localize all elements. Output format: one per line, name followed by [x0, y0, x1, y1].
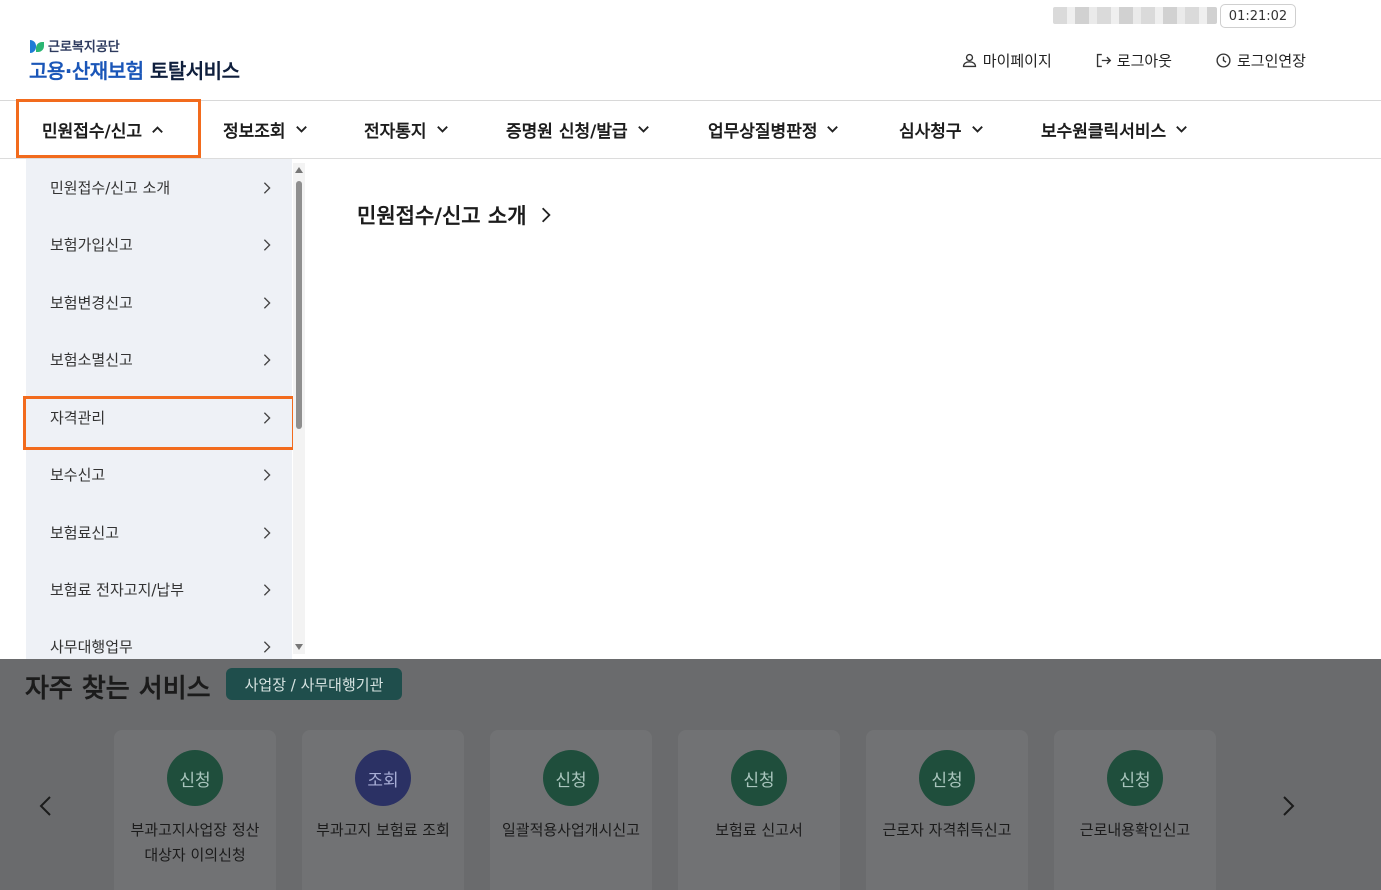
person-icon — [962, 53, 976, 68]
scroll-up-arrow-icon[interactable] — [295, 167, 303, 173]
chevron-right-icon — [263, 468, 271, 481]
main-nav: 민원접수/신고 정보조회 전자통지 증명원 신청/발급 업무상질병판정 심사청구… — [0, 101, 1381, 159]
service-card-label: 근로자 자격취득신고 — [882, 821, 1012, 839]
nav-item-complaint-report[interactable]: 민원접수/신고 — [42, 101, 165, 157]
content-title: 민원접수/신고 소개 — [357, 204, 527, 228]
nav-item-label: 심사청구 — [899, 121, 962, 142]
submenu-item-intro[interactable]: 민원접수/신고 소개 — [26, 159, 292, 216]
submenu-item-change-report[interactable]: 보험변경신고 — [26, 274, 292, 331]
service-card-label: 일괄적용사업개시신고 — [501, 821, 640, 839]
extend-login-label: 로그인연장 — [1236, 52, 1306, 70]
nav-item-label: 보수원클릭서비스 — [1041, 121, 1167, 142]
submenu-item-label: 자격관리 — [50, 409, 106, 427]
scroll-down-arrow-icon[interactable] — [295, 644, 303, 650]
nav-item-label: 전자통지 — [364, 121, 427, 142]
chevron-down-icon — [971, 125, 983, 133]
content-title-link[interactable]: 민원접수/신고 소개 — [357, 200, 555, 230]
apply-badge: 신청 — [731, 750, 787, 806]
org-logo-icon — [30, 39, 44, 53]
service-card-label: 부과고지 보험료 조회 — [316, 821, 450, 839]
nav-item-label: 민원접수/신고 — [42, 121, 143, 142]
apply-badge: 신청 — [1107, 750, 1163, 806]
org-logo[interactable]: 근로복지공단 — [30, 36, 120, 55]
chevron-down-icon — [295, 125, 307, 133]
mypage-label: 마이페이지 — [982, 52, 1052, 70]
session-timer: 01:21:02 — [1220, 4, 1296, 28]
frequent-services-section: 자주 찾는 서비스 사업장 / 사무대행기관 신청 부과고지사업장 정산 대상자… — [0, 659, 1381, 890]
chevron-right-icon — [263, 640, 271, 653]
submenu-item-label: 사무대행업무 — [50, 638, 133, 656]
service-title[interactable]: 고용·산재보험 토탈서비스 — [29, 55, 240, 84]
chevron-right-icon — [263, 583, 271, 596]
apply-badge: 신청 — [543, 750, 599, 806]
submenu-item-label: 보험료신고 — [50, 524, 120, 542]
nav-item-review-request[interactable]: 심사청구 — [899, 101, 985, 157]
carousel-next-icon[interactable] — [1277, 795, 1299, 817]
logout-link[interactable]: 로그아웃 — [1095, 50, 1172, 71]
service-title-highlight: 고용·산재보험 — [29, 59, 144, 83]
service-card-label: 부과고지사업장 정산 대상자 이의신청 — [130, 821, 260, 864]
chevron-down-icon — [827, 125, 839, 133]
submenu-item-termination-report[interactable]: 보험소멸신고 — [26, 331, 292, 388]
service-card[interactable]: 신청 근로자 자격취득신고 — [866, 730, 1028, 890]
nav-item-info-lookup[interactable]: 정보조회 — [223, 101, 309, 157]
chevron-down-icon — [637, 125, 649, 133]
submenu-item-label: 민원접수/신고 소개 — [50, 179, 171, 197]
user-name-blurred — [1053, 7, 1217, 24]
chevron-right-icon — [263, 526, 271, 539]
nav-item-label: 증명원 신청/발급 — [506, 121, 628, 142]
submenu-item-label: 보험료 전자고지/납부 — [50, 581, 185, 599]
header: 01:21:02 근로복지공단 고용·산재보험 토탈서비스 마이페이지 로그아웃… — [0, 0, 1381, 101]
chevron-down-icon — [1176, 125, 1187, 133]
apply-badge: 신청 — [919, 750, 975, 806]
submenu-panel: 민원접수/신고 소개 보험가입신고 보험변경신고 보험소멸신고 자격관리 보수신… — [26, 159, 292, 659]
submenu-item-label: 보험가입신고 — [50, 236, 133, 254]
nav-item-label: 업무상질병판정 — [708, 121, 818, 142]
org-name: 근로복지공단 — [48, 40, 120, 55]
chevron-up-icon — [152, 125, 163, 133]
carousel-prev-icon[interactable] — [35, 795, 57, 817]
nav-item-wage-one-click[interactable]: 보수원클릭서비스 — [1041, 101, 1189, 157]
service-card[interactable]: 조회 부과고지 보험료 조회 — [302, 730, 464, 890]
logout-label: 로그아웃 — [1116, 52, 1172, 70]
service-title-rest: 토탈서비스 — [149, 59, 240, 83]
chevron-right-icon — [263, 296, 271, 309]
service-card[interactable]: 신청 근로내용확인신고 — [1054, 730, 1216, 890]
submenu-item-label: 보수신고 — [50, 466, 106, 484]
chevron-right-icon — [263, 181, 271, 194]
submenu-item-agency-work[interactable]: 사무대행업무 — [26, 618, 292, 659]
service-card[interactable]: 신청 일괄적용사업개시신고 — [490, 730, 652, 890]
submenu-item-wage-report[interactable]: 보수신고 — [26, 446, 292, 503]
chevron-right-icon — [263, 411, 271, 424]
service-card[interactable]: 신청 부과고지사업장 정산 대상자 이의신청 — [114, 730, 276, 890]
nav-item-occupational-disease[interactable]: 업무상질병판정 — [708, 101, 840, 157]
submenu-item-join-report[interactable]: 보험가입신고 — [26, 216, 292, 273]
utility-links: 마이페이지 로그아웃 로그인연장 — [961, 50, 1306, 71]
submenu-item-label: 보험소멸신고 — [50, 351, 133, 369]
service-card[interactable]: 신청 보험료 신고서 — [678, 730, 840, 890]
clock-icon — [1216, 53, 1231, 68]
service-card-label: 보험료 신고서 — [715, 821, 803, 839]
apply-badge: 신청 — [167, 750, 223, 806]
submenu-item-premium-report[interactable]: 보험료신고 — [26, 504, 292, 561]
submenu-item-label: 보험변경신고 — [50, 294, 133, 312]
scroll-thumb[interactable] — [296, 181, 302, 429]
frequent-services-title: 자주 찾는 서비스 — [25, 674, 211, 704]
submenu-item-premium-e-billing[interactable]: 보험료 전자고지/납부 — [26, 561, 292, 618]
services-category-tag[interactable]: 사업장 / 사무대행기관 — [226, 668, 402, 700]
nav-item-certificate[interactable]: 증명원 신청/발급 — [506, 101, 651, 157]
mypage-link[interactable]: 마이페이지 — [961, 50, 1052, 71]
query-badge: 조회 — [355, 750, 411, 806]
nav-item-e-notice[interactable]: 전자통지 — [364, 101, 450, 157]
chevron-right-icon — [263, 238, 271, 251]
service-card-label: 근로내용확인신고 — [1079, 821, 1191, 839]
chevron-right-icon — [263, 353, 271, 366]
chevron-down-icon — [436, 125, 448, 133]
submenu-item-eligibility-management[interactable]: 자격관리 — [26, 389, 292, 446]
submenu-scrollbar[interactable] — [293, 163, 305, 654]
logout-icon — [1096, 53, 1112, 68]
extend-login-link[interactable]: 로그인연장 — [1215, 50, 1306, 71]
chevron-right-icon — [541, 207, 551, 223]
nav-item-label: 정보조회 — [223, 121, 286, 142]
